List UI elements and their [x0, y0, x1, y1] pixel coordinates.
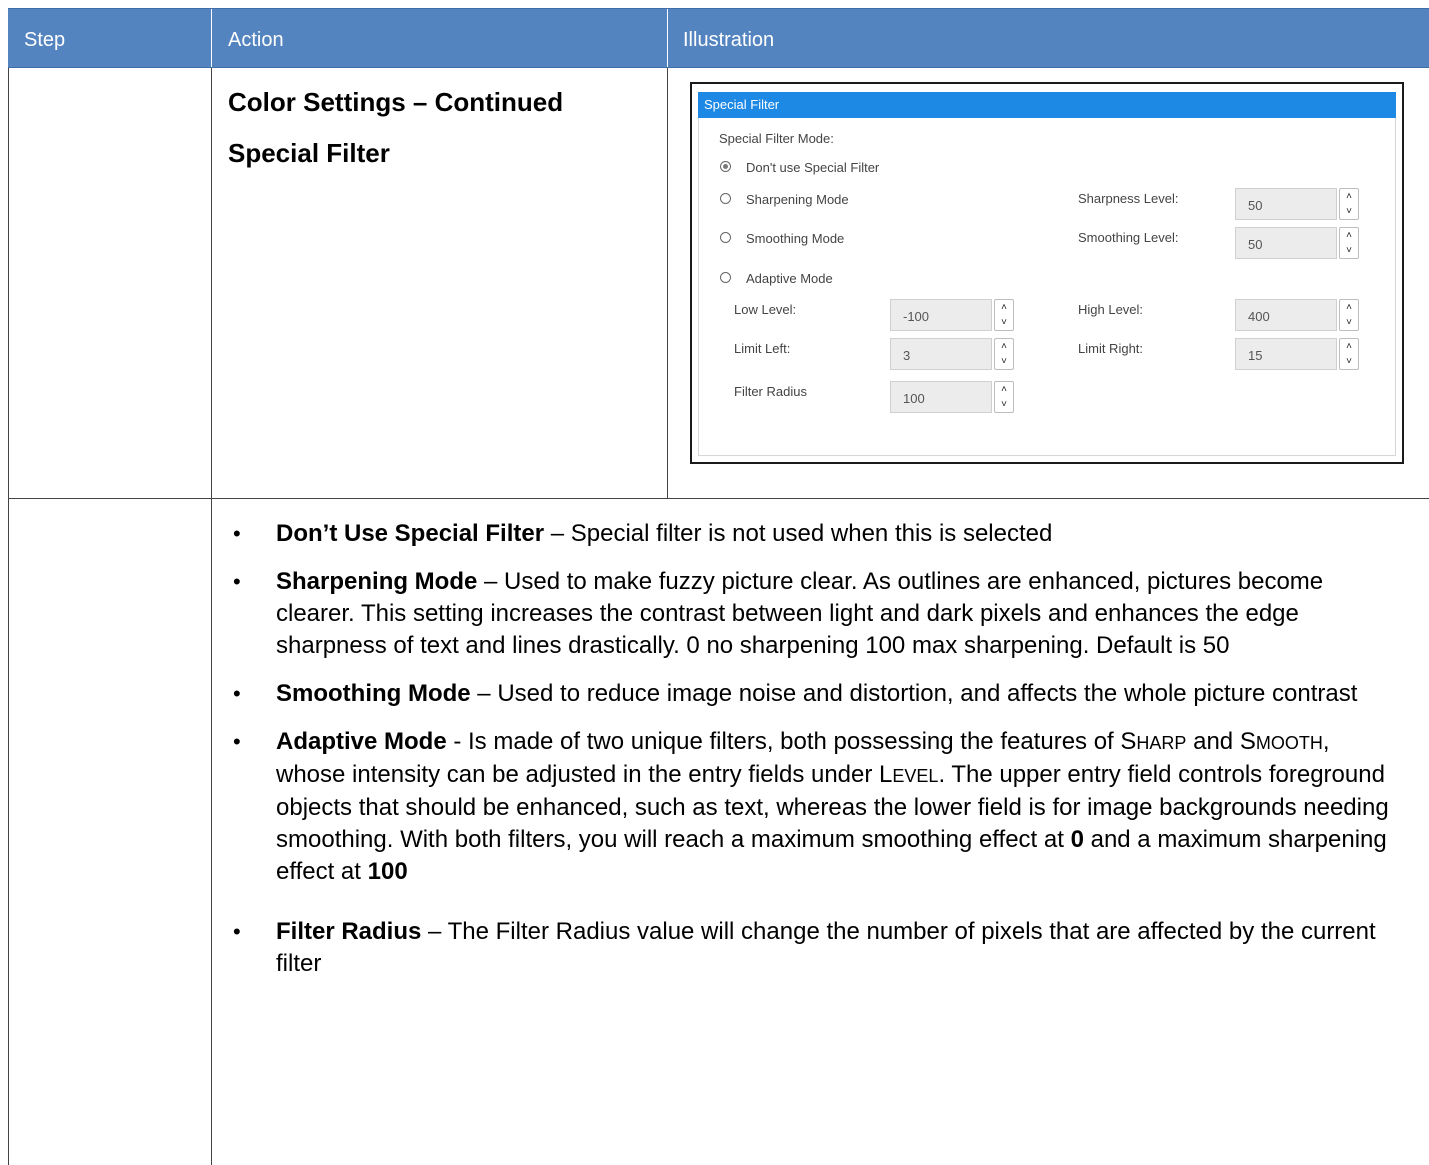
- chevron-up-icon[interactable]: ˄: [995, 300, 1013, 315]
- table-row-separator: [8, 498, 1429, 499]
- low-level-input[interactable]: -100: [890, 299, 992, 331]
- chevron-up-icon[interactable]: ˄: [995, 382, 1013, 397]
- chevron-up-icon[interactable]: ˄: [1340, 228, 1358, 243]
- radio-smoothing[interactable]: [720, 232, 731, 243]
- bullet-term: Filter Radius: [276, 918, 422, 945]
- list-item: • Sharpening Mode – Used to make fuzzy p…: [228, 566, 1398, 662]
- filter-radius-spinner[interactable]: ˄ ˅: [994, 381, 1014, 413]
- sharpness-level-label: Sharpness Level:: [1078, 191, 1179, 206]
- smoothing-level-spinner[interactable]: ˄ ˅: [1339, 227, 1359, 259]
- limit-left-spinner[interactable]: ˄ ˅: [994, 338, 1014, 370]
- small-caps-smooth: SMOOTH: [1240, 728, 1323, 755]
- radio-adaptive-label[interactable]: Adaptive Mode: [746, 271, 833, 286]
- small-caps-level: LEVEL: [879, 761, 938, 788]
- limit-left-label: Limit Left:: [734, 341, 791, 356]
- low-level-label: Low Level:: [734, 302, 797, 317]
- bullet-icon: •: [233, 681, 241, 706]
- high-level-input[interactable]: 400: [1235, 299, 1337, 331]
- table-divider-action: [667, 68, 668, 499]
- chevron-up-icon[interactable]: ˄: [1340, 339, 1358, 354]
- sharpness-level-input[interactable]: 50: [1235, 188, 1337, 220]
- document-page: Step Action Illustration Color Settings …: [0, 0, 1429, 1165]
- chevron-down-icon[interactable]: ˅: [1340, 354, 1358, 369]
- bullet-text: – The Filter Radius value will change th…: [276, 918, 1376, 977]
- chevron-down-icon[interactable]: ˅: [995, 397, 1013, 412]
- smoothing-level-input[interactable]: 50: [1235, 227, 1337, 259]
- chevron-up-icon[interactable]: ˄: [995, 339, 1013, 354]
- radio-sharpening[interactable]: [720, 193, 731, 204]
- small-caps-initial: L: [879, 761, 893, 788]
- panel-body: Special Filter Mode: Don't use Special F…: [698, 118, 1396, 456]
- filter-radius-label: Filter Radius: [734, 384, 807, 399]
- small-caps-initial: S: [1120, 728, 1137, 755]
- bullet-text: – Special filter is not used when this i…: [544, 520, 1053, 547]
- chevron-down-icon[interactable]: ˅: [1340, 315, 1358, 330]
- list-item: • Smoothing Mode – Used to reduce image …: [228, 678, 1398, 710]
- filter-mode-label: Special Filter Mode:: [719, 131, 834, 146]
- bullet-term: Sharpening Mode: [276, 568, 478, 595]
- radio-adaptive[interactable]: [720, 272, 731, 283]
- panel-title: Special Filter: [698, 92, 1396, 118]
- bullet-text: – Used to reduce image noise and distort…: [470, 680, 1358, 707]
- small-caps-sharp: SHARP: [1120, 728, 1186, 755]
- chevron-down-icon[interactable]: ˅: [995, 315, 1013, 330]
- list-item: • Don’t Use Special Filter – Special fil…: [228, 518, 1398, 550]
- header-illustration: Illustration: [683, 29, 775, 51]
- list-item: • Adaptive Mode - Is made of two unique …: [228, 726, 1398, 888]
- list-item: • Filter Radius – The Filter Radius valu…: [228, 916, 1398, 980]
- header-divider: [211, 9, 212, 67]
- limit-right-label: Limit Right:: [1078, 341, 1144, 356]
- table-header: Step Action Illustration: [8, 8, 1429, 68]
- special-filter-illustration: Special Filter Special Filter Mode: Don'…: [690, 82, 1404, 464]
- small-caps-initial: S: [1239, 728, 1256, 755]
- header-action: Action: [228, 29, 284, 51]
- table-divider-step: [211, 68, 212, 1165]
- radio-smoothing-label[interactable]: Smoothing Mode: [746, 231, 844, 246]
- action-title: Color Settings – Continued: [228, 87, 564, 117]
- bold-value: 0: [1070, 826, 1084, 853]
- header-divider: [667, 9, 668, 67]
- bullet-icon: •: [233, 521, 241, 546]
- bullet-text: - Is made of two unique filters, both po…: [446, 728, 1121, 755]
- chevron-down-icon[interactable]: ˅: [1340, 204, 1358, 219]
- sharpness-level-spinner[interactable]: ˄ ˅: [1339, 188, 1359, 220]
- filter-radius-input[interactable]: 100: [890, 381, 992, 413]
- radio-sharpening-label[interactable]: Sharpening Mode: [746, 192, 849, 207]
- radio-dont-use-label[interactable]: Don't use Special Filter: [746, 160, 879, 175]
- low-level-spinner[interactable]: ˄ ˅: [994, 299, 1014, 331]
- action-subtitle: Special Filter: [228, 138, 390, 168]
- chevron-up-icon[interactable]: ˄: [1340, 189, 1358, 204]
- chevron-down-icon[interactable]: ˅: [1340, 243, 1358, 258]
- bold-value: 100: [367, 858, 408, 885]
- high-level-spinner[interactable]: ˄ ˅: [1339, 299, 1359, 331]
- small-caps-rest: HARP: [1136, 733, 1187, 753]
- bullet-icon: •: [233, 569, 241, 594]
- high-level-label: High Level:: [1078, 302, 1144, 317]
- bullet-term: Smoothing Mode: [276, 680, 471, 707]
- limit-right-spinner[interactable]: ˄ ˅: [1339, 338, 1359, 370]
- bullet-icon: •: [233, 919, 241, 944]
- smoothing-level-label: Smoothing Level:: [1078, 230, 1179, 245]
- header-step: Step: [24, 29, 66, 51]
- table-border-left: [8, 68, 9, 1165]
- bullet-term: Adaptive Mode: [276, 728, 447, 755]
- small-caps-rest: MOOTH: [1255, 733, 1323, 753]
- chevron-up-icon[interactable]: ˄: [1340, 300, 1358, 315]
- description-list: • Don’t Use Special Filter – Special fil…: [228, 518, 1398, 996]
- bullet-icon: •: [233, 729, 241, 754]
- radio-dont-use[interactable]: [720, 161, 731, 172]
- small-caps-rest: EVEL: [892, 766, 939, 786]
- bullet-text: and: [1186, 728, 1240, 755]
- chevron-down-icon[interactable]: ˅: [995, 354, 1013, 369]
- limit-right-input[interactable]: 15: [1235, 338, 1337, 370]
- bullet-term: Don’t Use Special Filter: [276, 520, 545, 547]
- limit-left-input[interactable]: 3: [890, 338, 992, 370]
